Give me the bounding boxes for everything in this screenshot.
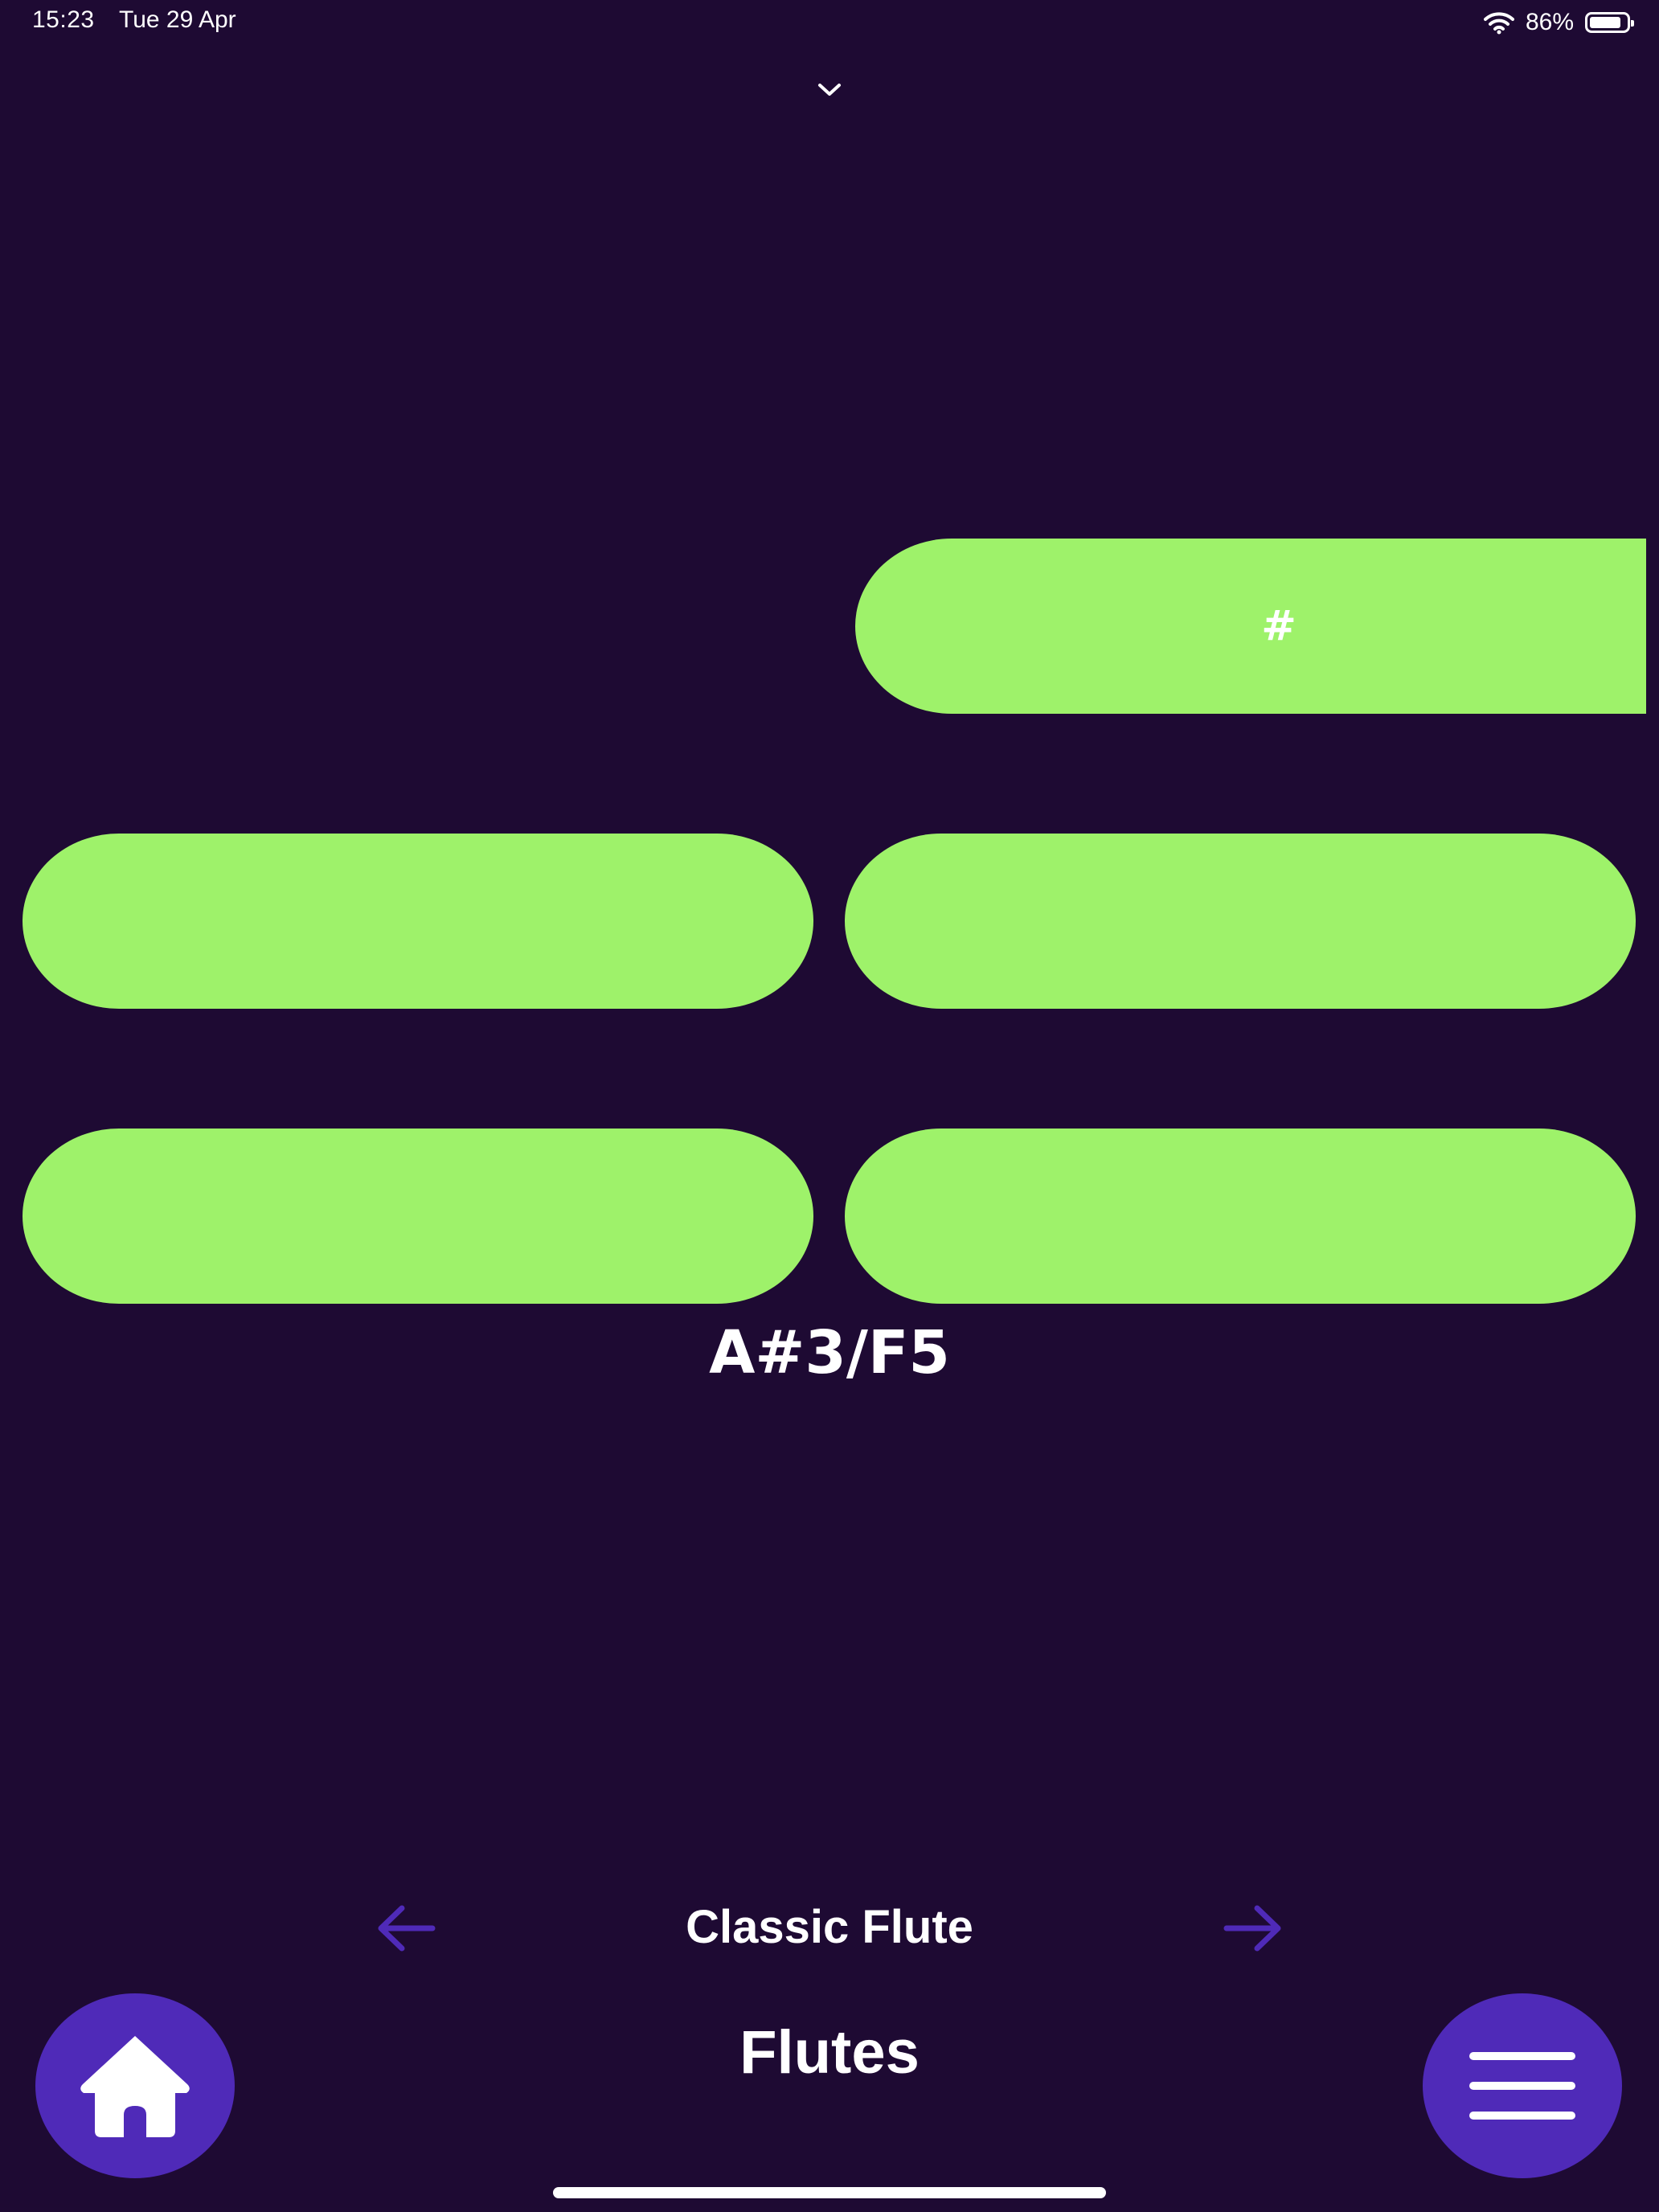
status-date: Tue 29 Apr [119, 6, 236, 33]
flute-fingering-screen: 15:23 Tue 29 Apr 86% # A#3/F5 Classic Fl… [0, 0, 1659, 2212]
battery-level [1590, 17, 1620, 28]
sharp-label: # [1261, 602, 1296, 650]
status-time: 15:23 [32, 6, 95, 33]
key-sharp[interactable]: # [855, 539, 1646, 714]
arrow-right-icon[interactable] [1220, 1900, 1284, 1956]
instrument-name: Classic Flute [686, 1901, 973, 1953]
category-title: Flutes [739, 2018, 920, 2087]
menu-button[interactable] [1423, 1993, 1622, 2178]
wifi-icon [1483, 12, 1514, 35]
battery-percentage: 86% [1525, 9, 1574, 35]
battery-icon [1585, 12, 1634, 33]
key-right-2[interactable] [845, 1129, 1636, 1304]
home-indicator[interactable] [553, 2187, 1106, 2198]
status-indicators: 86% [1483, 5, 1634, 40]
note-label: A#3/F5 [709, 1318, 950, 1387]
home-icon [80, 2036, 190, 2137]
chevron-down-icon[interactable] [817, 77, 842, 103]
hamburger-menu-icon [1469, 2052, 1575, 2120]
home-button[interactable] [35, 1993, 235, 2178]
key-right-1[interactable] [845, 834, 1636, 1009]
key-left-2[interactable] [23, 1129, 813, 1304]
key-left-1[interactable] [23, 834, 813, 1009]
